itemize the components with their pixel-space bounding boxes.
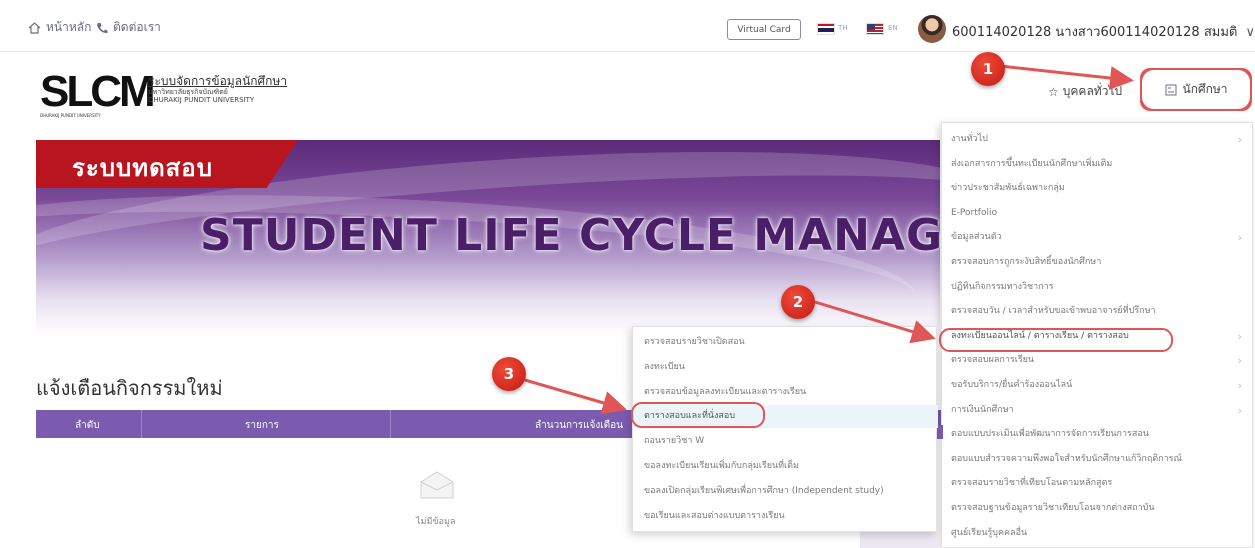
step-badge-2: 2 — [781, 285, 815, 319]
arrow-3 — [524, 378, 627, 415]
annotation-arrows — [524, 64, 1134, 415]
step-badge-3: 3 — [492, 357, 526, 391]
arrow-2 — [814, 300, 936, 344]
step-badge-1: 1 — [971, 52, 1005, 86]
arrow-1 — [999, 64, 1134, 90]
page: หน้าหลัก ติดต่อเรา Virtual Card TH EN 60… — [0, 0, 1255, 548]
